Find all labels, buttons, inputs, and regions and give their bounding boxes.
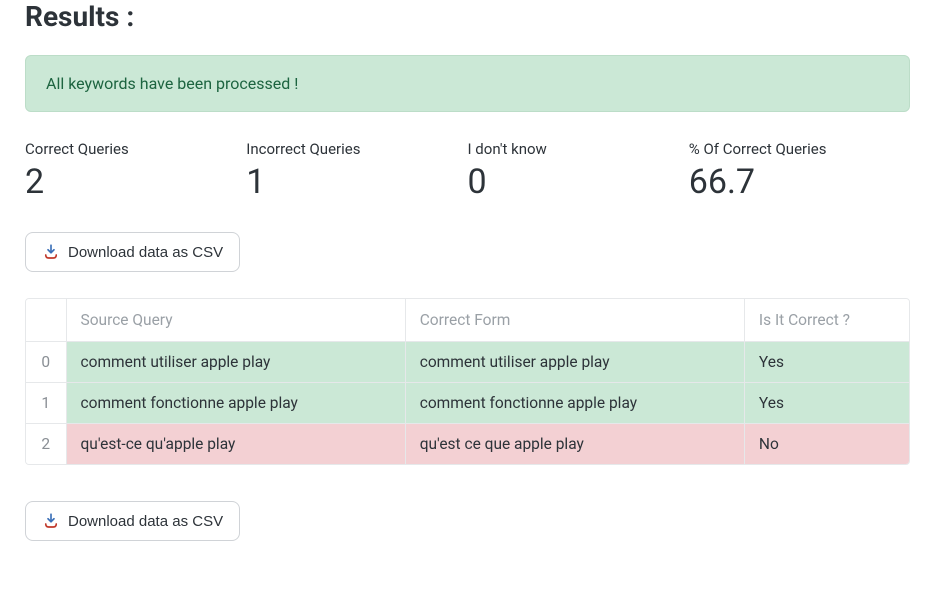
- cell-source-query: qu'est-ce qu'apple play: [66, 424, 405, 465]
- cell-correct-form: qu'est ce que apple play: [405, 424, 744, 465]
- table-header-correct-form: Correct Form: [405, 299, 744, 342]
- table-row: 0comment utiliser apple playcomment util…: [26, 342, 909, 383]
- stat-unknown-value: 0: [468, 162, 689, 202]
- cell-is-correct: Yes: [744, 342, 909, 383]
- results-table: Source Query Correct Form Is It Correct …: [25, 298, 910, 465]
- cell-is-correct: No: [744, 424, 909, 465]
- cell-is-correct: Yes: [744, 383, 909, 424]
- row-index: 2: [26, 424, 66, 465]
- stat-percent: % Of Correct Queries 66.7: [689, 140, 910, 202]
- cell-correct-form: comment fonctionne apple play: [405, 383, 744, 424]
- stat-percent-value: 66.7: [689, 162, 910, 202]
- row-index: 0: [26, 342, 66, 383]
- stat-percent-label: % Of Correct Queries: [689, 140, 910, 158]
- cell-source-query: comment utiliser apple play: [66, 342, 405, 383]
- download-csv-button[interactable]: Download data as CSV: [25, 501, 240, 541]
- cell-correct-form: comment utiliser apple play: [405, 342, 744, 383]
- stat-correct-value: 2: [25, 162, 246, 202]
- table-row: 1comment fonctionne apple playcomment fo…: [26, 383, 909, 424]
- success-alert: All keywords have been processed !: [25, 55, 910, 112]
- stat-incorrect: Incorrect Queries 1: [246, 140, 467, 202]
- download-icon: [42, 243, 60, 261]
- download-csv-button[interactable]: Download data as CSV: [25, 232, 240, 272]
- table-header-source: Source Query: [66, 299, 405, 342]
- stat-incorrect-value: 1: [246, 162, 467, 202]
- download-csv-label: Download data as CSV: [68, 513, 223, 530]
- stats-row: Correct Queries 2 Incorrect Queries 1 I …: [25, 140, 910, 202]
- page-title: Results :: [25, 0, 910, 33]
- stat-correct: Correct Queries 2: [25, 140, 246, 202]
- table-row: 2qu'est-ce qu'apple playqu'est ce que ap…: [26, 424, 909, 465]
- stat-unknown: I don't know 0: [468, 140, 689, 202]
- cell-source-query: comment fonctionne apple play: [66, 383, 405, 424]
- row-index: 1: [26, 383, 66, 424]
- table-header-index: [26, 299, 66, 342]
- stat-unknown-label: I don't know: [468, 140, 689, 158]
- stat-correct-label: Correct Queries: [25, 140, 246, 158]
- download-csv-label: Download data as CSV: [68, 244, 223, 261]
- table-header-is-correct: Is It Correct ?: [744, 299, 909, 342]
- download-icon: [42, 512, 60, 530]
- stat-incorrect-label: Incorrect Queries: [246, 140, 467, 158]
